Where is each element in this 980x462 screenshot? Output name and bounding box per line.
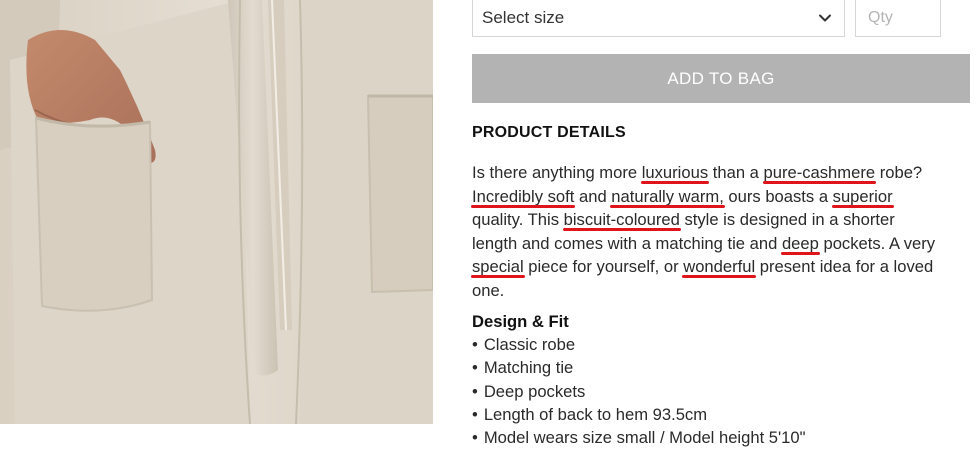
description-line: length and comes with a matching tie and… — [472, 232, 972, 256]
highlighted-word: special — [472, 257, 524, 276]
description-line: Is there anything more luxurious than a … — [472, 161, 972, 185]
description-text: Is there anything more — [472, 163, 642, 182]
size-select[interactable]: Select size — [472, 0, 845, 37]
highlighted-word: biscuit-coloured — [563, 210, 680, 229]
description-line: quality. This biscuit-coloured style is … — [472, 208, 972, 232]
design-fit-list: Classic robeMatching tieDeep pocketsLeng… — [472, 333, 806, 449]
highlighted-word: superior — [832, 186, 893, 206]
description-text: robe? — [875, 163, 923, 182]
highlighted-word: deep — [781, 233, 819, 253]
product-details-heading: PRODUCT DETAILS — [472, 124, 626, 141]
description-line: Incredibly soft and naturally warm, ours… — [472, 185, 972, 209]
chevron-down-icon — [819, 14, 831, 22]
description-text: and — [574, 186, 612, 206]
highlighted-word: Incredibly soft — [472, 186, 575, 206]
quantity-input[interactable] — [855, 0, 941, 37]
description-text: ours boasts a — [723, 186, 833, 206]
highlighted-word: naturally warm, — [611, 186, 724, 206]
list-item: Length of back to hem 93.5cm — [472, 403, 806, 426]
product-image — [0, 0, 433, 424]
size-select-label: Select size — [482, 8, 565, 27]
description-text: than a — [708, 163, 764, 182]
purchase-panel: Select size ADD TO BAG PRODUCT DETAILS I… — [472, 0, 972, 462]
add-to-bag-button[interactable]: ADD TO BAG — [472, 54, 970, 103]
list-item: Matching tie — [472, 356, 806, 379]
description-text: pockets. A very — [818, 233, 936, 253]
description-text: one. — [472, 280, 505, 300]
description-text: style is designed in a shorter — [679, 210, 895, 229]
highlighted-word: pure-cashmere — [763, 163, 876, 182]
description-text: present idea for a loved — [755, 257, 934, 276]
highlighted-word: wonderful — [683, 257, 756, 276]
description-line: special piece for yourself, or wonderful… — [472, 255, 972, 279]
design-fit-heading: Design & Fit — [472, 312, 569, 331]
product-description: Is there anything more luxurious than a … — [472, 161, 972, 302]
list-item: Model wears size small / Model height 5'… — [472, 426, 806, 449]
description-line: one. — [472, 279, 972, 303]
description-text: piece for yourself, or — [523, 257, 684, 276]
list-item: Classic robe — [472, 333, 806, 356]
description-text: quality. This — [472, 210, 564, 229]
description-text: length and comes with a matching tie and — [472, 233, 782, 253]
highlighted-word: luxurious — [641, 163, 709, 182]
list-item: Deep pockets — [472, 380, 806, 403]
